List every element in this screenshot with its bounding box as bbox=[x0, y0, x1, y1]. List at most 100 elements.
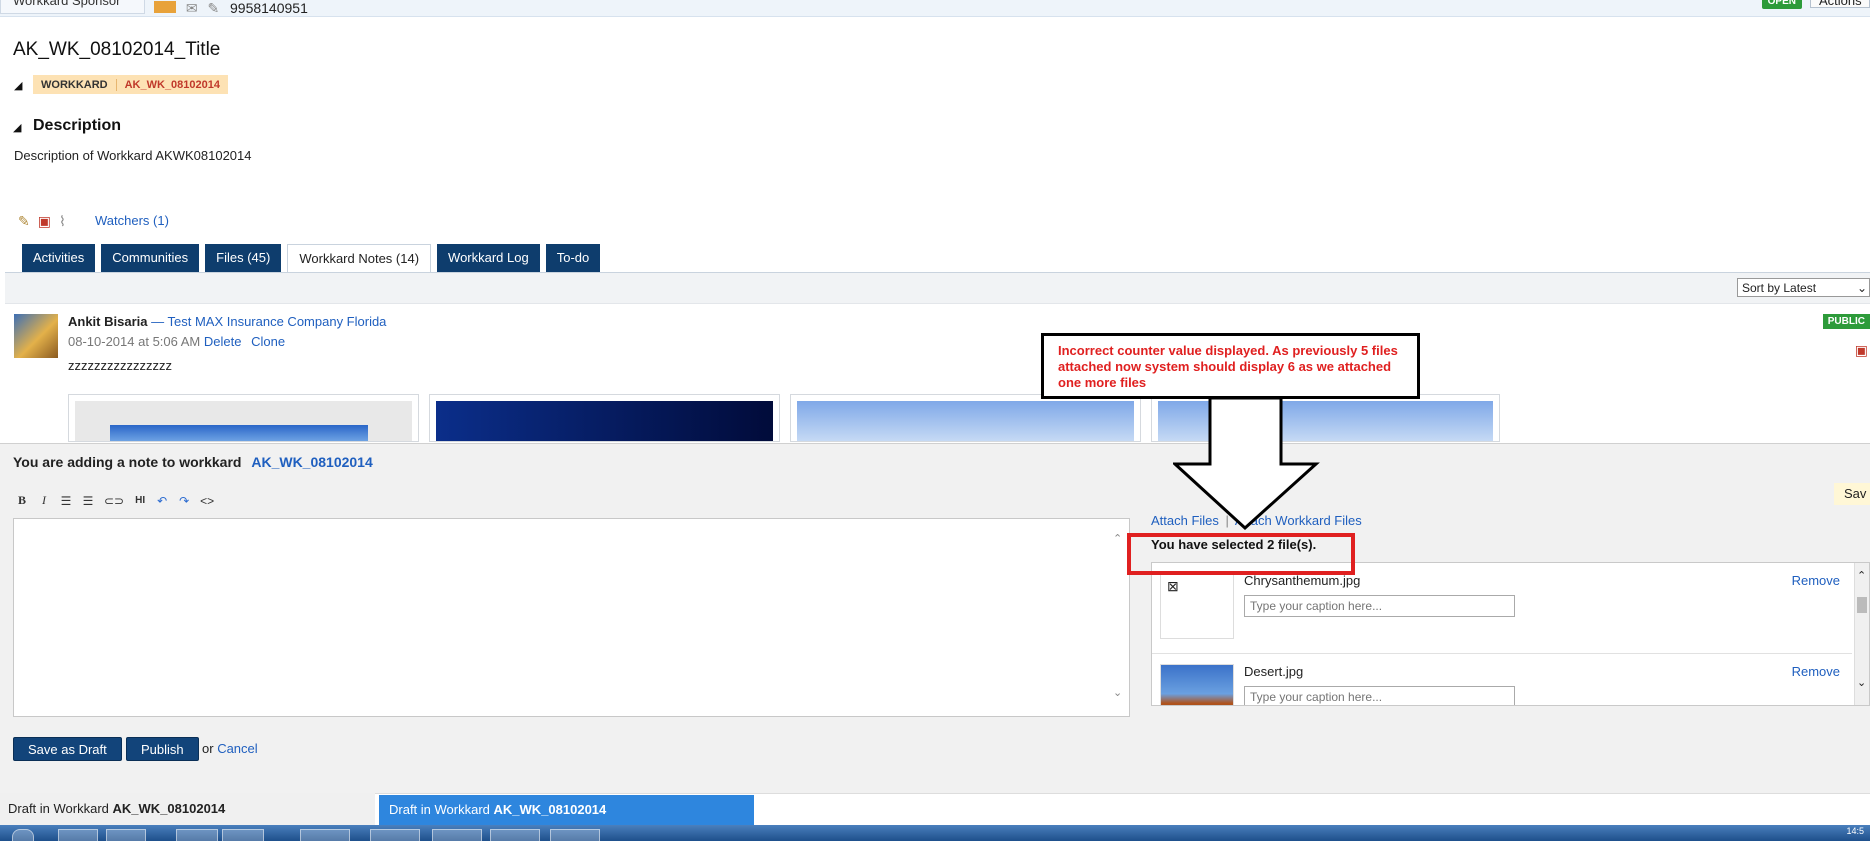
scroll-up-icon[interactable]: ⌃ bbox=[1857, 569, 1866, 582]
taskbar-item[interactable] bbox=[176, 829, 218, 842]
or-text: or bbox=[202, 741, 214, 756]
undo-icon[interactable]: ↶ bbox=[156, 494, 168, 508]
unordered-list-icon[interactable]: ☰ bbox=[82, 494, 94, 508]
draft-tab-active[interactable]: Draft in Workkard AK_WK_08102014 bbox=[379, 795, 754, 825]
page-title: AK_WK_08102014_Title bbox=[13, 39, 221, 60]
taskbar-item[interactable] bbox=[432, 829, 482, 842]
visibility-badge: PUBLIC bbox=[1822, 314, 1870, 329]
description-heading: Description bbox=[33, 117, 122, 134]
note-meta: 08-10-2014 at 5:06 AM Delete Clone bbox=[68, 334, 285, 349]
tab-bar: Activities Communities Files (45) Workka… bbox=[22, 244, 601, 272]
delete-link[interactable]: Delete bbox=[204, 334, 242, 349]
attachment-thumbnail[interactable] bbox=[429, 394, 780, 442]
clone-link[interactable]: Clone bbox=[251, 334, 285, 349]
remove-file-link[interactable]: Remove bbox=[1792, 664, 1840, 679]
taskbar-clock: 14:5 bbox=[1846, 826, 1864, 836]
caption-input[interactable] bbox=[1244, 595, 1515, 617]
workkard-id-link[interactable]: AK_WK_08102014 bbox=[251, 454, 372, 470]
watchers-link[interactable]: Watchers (1) bbox=[95, 213, 169, 228]
list-item: ⊠ Chrysanthemum.jpg Remove bbox=[1152, 563, 1852, 654]
sort-select-value: Sort by Latest bbox=[1742, 281, 1817, 295]
calendar-icon[interactable]: ▣ bbox=[1855, 342, 1868, 359]
annotation-arrow bbox=[1173, 398, 1320, 530]
badge-type: WORKKARD bbox=[33, 78, 117, 91]
adding-note-label: You are adding a note to workkard bbox=[13, 454, 242, 470]
tab-files[interactable]: Files (45) bbox=[205, 244, 282, 272]
avatar[interactable] bbox=[14, 314, 58, 358]
status-badge: OPEN bbox=[1761, 0, 1802, 9]
adding-note-text: You are adding a note to workkard AK_WK_… bbox=[13, 454, 373, 470]
scroll-down-icon[interactable]: ⌄ bbox=[1857, 676, 1866, 689]
sort-bar bbox=[5, 273, 1870, 304]
taskbar-item[interactable] bbox=[58, 829, 98, 842]
taskbar-item[interactable] bbox=[370, 829, 420, 842]
tab-workkard-log[interactable]: Workkard Log bbox=[437, 244, 540, 272]
tab-workkard-notes[interactable]: Workkard Notes (14) bbox=[287, 244, 432, 272]
bold-icon[interactable]: B bbox=[16, 493, 28, 508]
tab-activities[interactable]: Activities bbox=[22, 244, 96, 272]
calendar-add-icon[interactable]: ▣ bbox=[38, 213, 51, 230]
tab-todo[interactable]: To-do bbox=[545, 244, 601, 272]
action-icons: ✎ ▣ ⌇ bbox=[18, 213, 66, 230]
avatar-small-icon[interactable] bbox=[154, 1, 176, 13]
tab-communities[interactable]: Communities bbox=[101, 244, 200, 272]
scroll-down-icon[interactable]: ⌄ bbox=[1113, 686, 1122, 699]
code-icon[interactable]: <> bbox=[200, 494, 214, 508]
taskbar-item[interactable] bbox=[106, 829, 146, 842]
taskbar-item[interactable] bbox=[300, 829, 350, 842]
badge-id: AK_WK_08102014 bbox=[124, 78, 220, 91]
actions-button[interactable]: Actions bbox=[1810, 0, 1870, 8]
save-corner-button[interactable]: Sav bbox=[1834, 483, 1870, 505]
phone-icon: ✎ bbox=[207, 0, 220, 16]
draft-tab-label: Draft in Workkard bbox=[389, 802, 490, 817]
author-company[interactable]: — Test MAX Insurance Company Florida bbox=[151, 314, 386, 329]
publish-button[interactable]: Publish bbox=[126, 737, 199, 761]
edit-note-icon[interactable]: ✎ bbox=[18, 213, 30, 230]
attachment-thumbnail[interactable] bbox=[68, 394, 419, 442]
annotation-highlight-box bbox=[1127, 533, 1355, 575]
file-list-scrollbar[interactable]: ⌃ ⌄ bbox=[1854, 563, 1869, 705]
phone-number: 9958140951 bbox=[230, 0, 308, 16]
file-thumbnail bbox=[1160, 664, 1234, 705]
italic-icon[interactable]: I bbox=[38, 493, 50, 508]
cancel-link[interactable]: Cancel bbox=[217, 741, 257, 756]
ordered-list-icon[interactable]: ☰ bbox=[60, 494, 72, 508]
draft-tab[interactable]: Draft in Workkard AK_WK_08102014 bbox=[0, 793, 375, 825]
cancel-group: or Cancel bbox=[202, 741, 258, 756]
draft-tab-id: AK_WK_08102014 bbox=[112, 801, 226, 816]
save-draft-button[interactable]: Save as Draft bbox=[13, 737, 122, 761]
chevron-down-icon: ⌄ bbox=[1856, 281, 1867, 295]
file-name: Chrysanthemum.jpg bbox=[1244, 573, 1361, 588]
description-text: Description of Workkard AKWK08102014 bbox=[14, 148, 252, 163]
start-button[interactable] bbox=[12, 829, 34, 842]
taskbar-item[interactable] bbox=[550, 829, 600, 842]
note-author-line: Ankit Bisaria — Test MAX Insurance Compa… bbox=[68, 314, 386, 329]
scroll-up-icon[interactable]: ⌃ bbox=[1113, 532, 1122, 545]
note-textarea[interactable] bbox=[13, 518, 1130, 717]
link-icon[interactable]: ⊂⊃ bbox=[104, 494, 124, 508]
draft-tab-id: AK_WK_08102014 bbox=[493, 802, 607, 817]
heading-icon[interactable]: HI bbox=[134, 495, 146, 506]
sort-select[interactable]: Sort by Latest ⌄ bbox=[1737, 278, 1870, 297]
workkard-badge: WORKKARD AK_WK_08102014 bbox=[33, 75, 228, 94]
attachment-thumbnail[interactable] bbox=[790, 394, 1141, 442]
collapse-triangle-icon[interactable]: ◢ bbox=[14, 79, 22, 92]
file-list: ⊠ Chrysanthemum.jpg Remove Desert.jpg Re… bbox=[1151, 562, 1870, 706]
author-name[interactable]: Ankit Bisaria bbox=[68, 314, 147, 329]
file-thumbnail: ⊠ bbox=[1160, 573, 1234, 639]
scroll-thumb[interactable] bbox=[1857, 597, 1867, 613]
taskbar-item[interactable] bbox=[490, 829, 540, 842]
os-taskbar bbox=[0, 825, 1870, 841]
remove-file-link[interactable]: Remove bbox=[1792, 573, 1840, 588]
editor-toolbar: B I ☰ ☰ ⊂⊃ HI ↶ ↷ <> bbox=[16, 493, 214, 508]
taskbar-item[interactable] bbox=[222, 829, 264, 842]
file-name: Desert.jpg bbox=[1244, 664, 1304, 679]
caption-input[interactable] bbox=[1244, 686, 1515, 705]
paperclip-icon[interactable]: ⌇ bbox=[59, 213, 66, 230]
note-text: zzzzzzzzzzzzzzzz bbox=[68, 358, 172, 373]
list-item: Desert.jpg Remove bbox=[1152, 654, 1852, 705]
mail-icon[interactable]: ✉ bbox=[186, 0, 198, 16]
sponsor-label: Workkard Sponsor bbox=[0, 0, 145, 14]
description-toggle-icon[interactable]: ◢ bbox=[13, 121, 21, 134]
redo-icon[interactable]: ↷ bbox=[178, 494, 190, 508]
